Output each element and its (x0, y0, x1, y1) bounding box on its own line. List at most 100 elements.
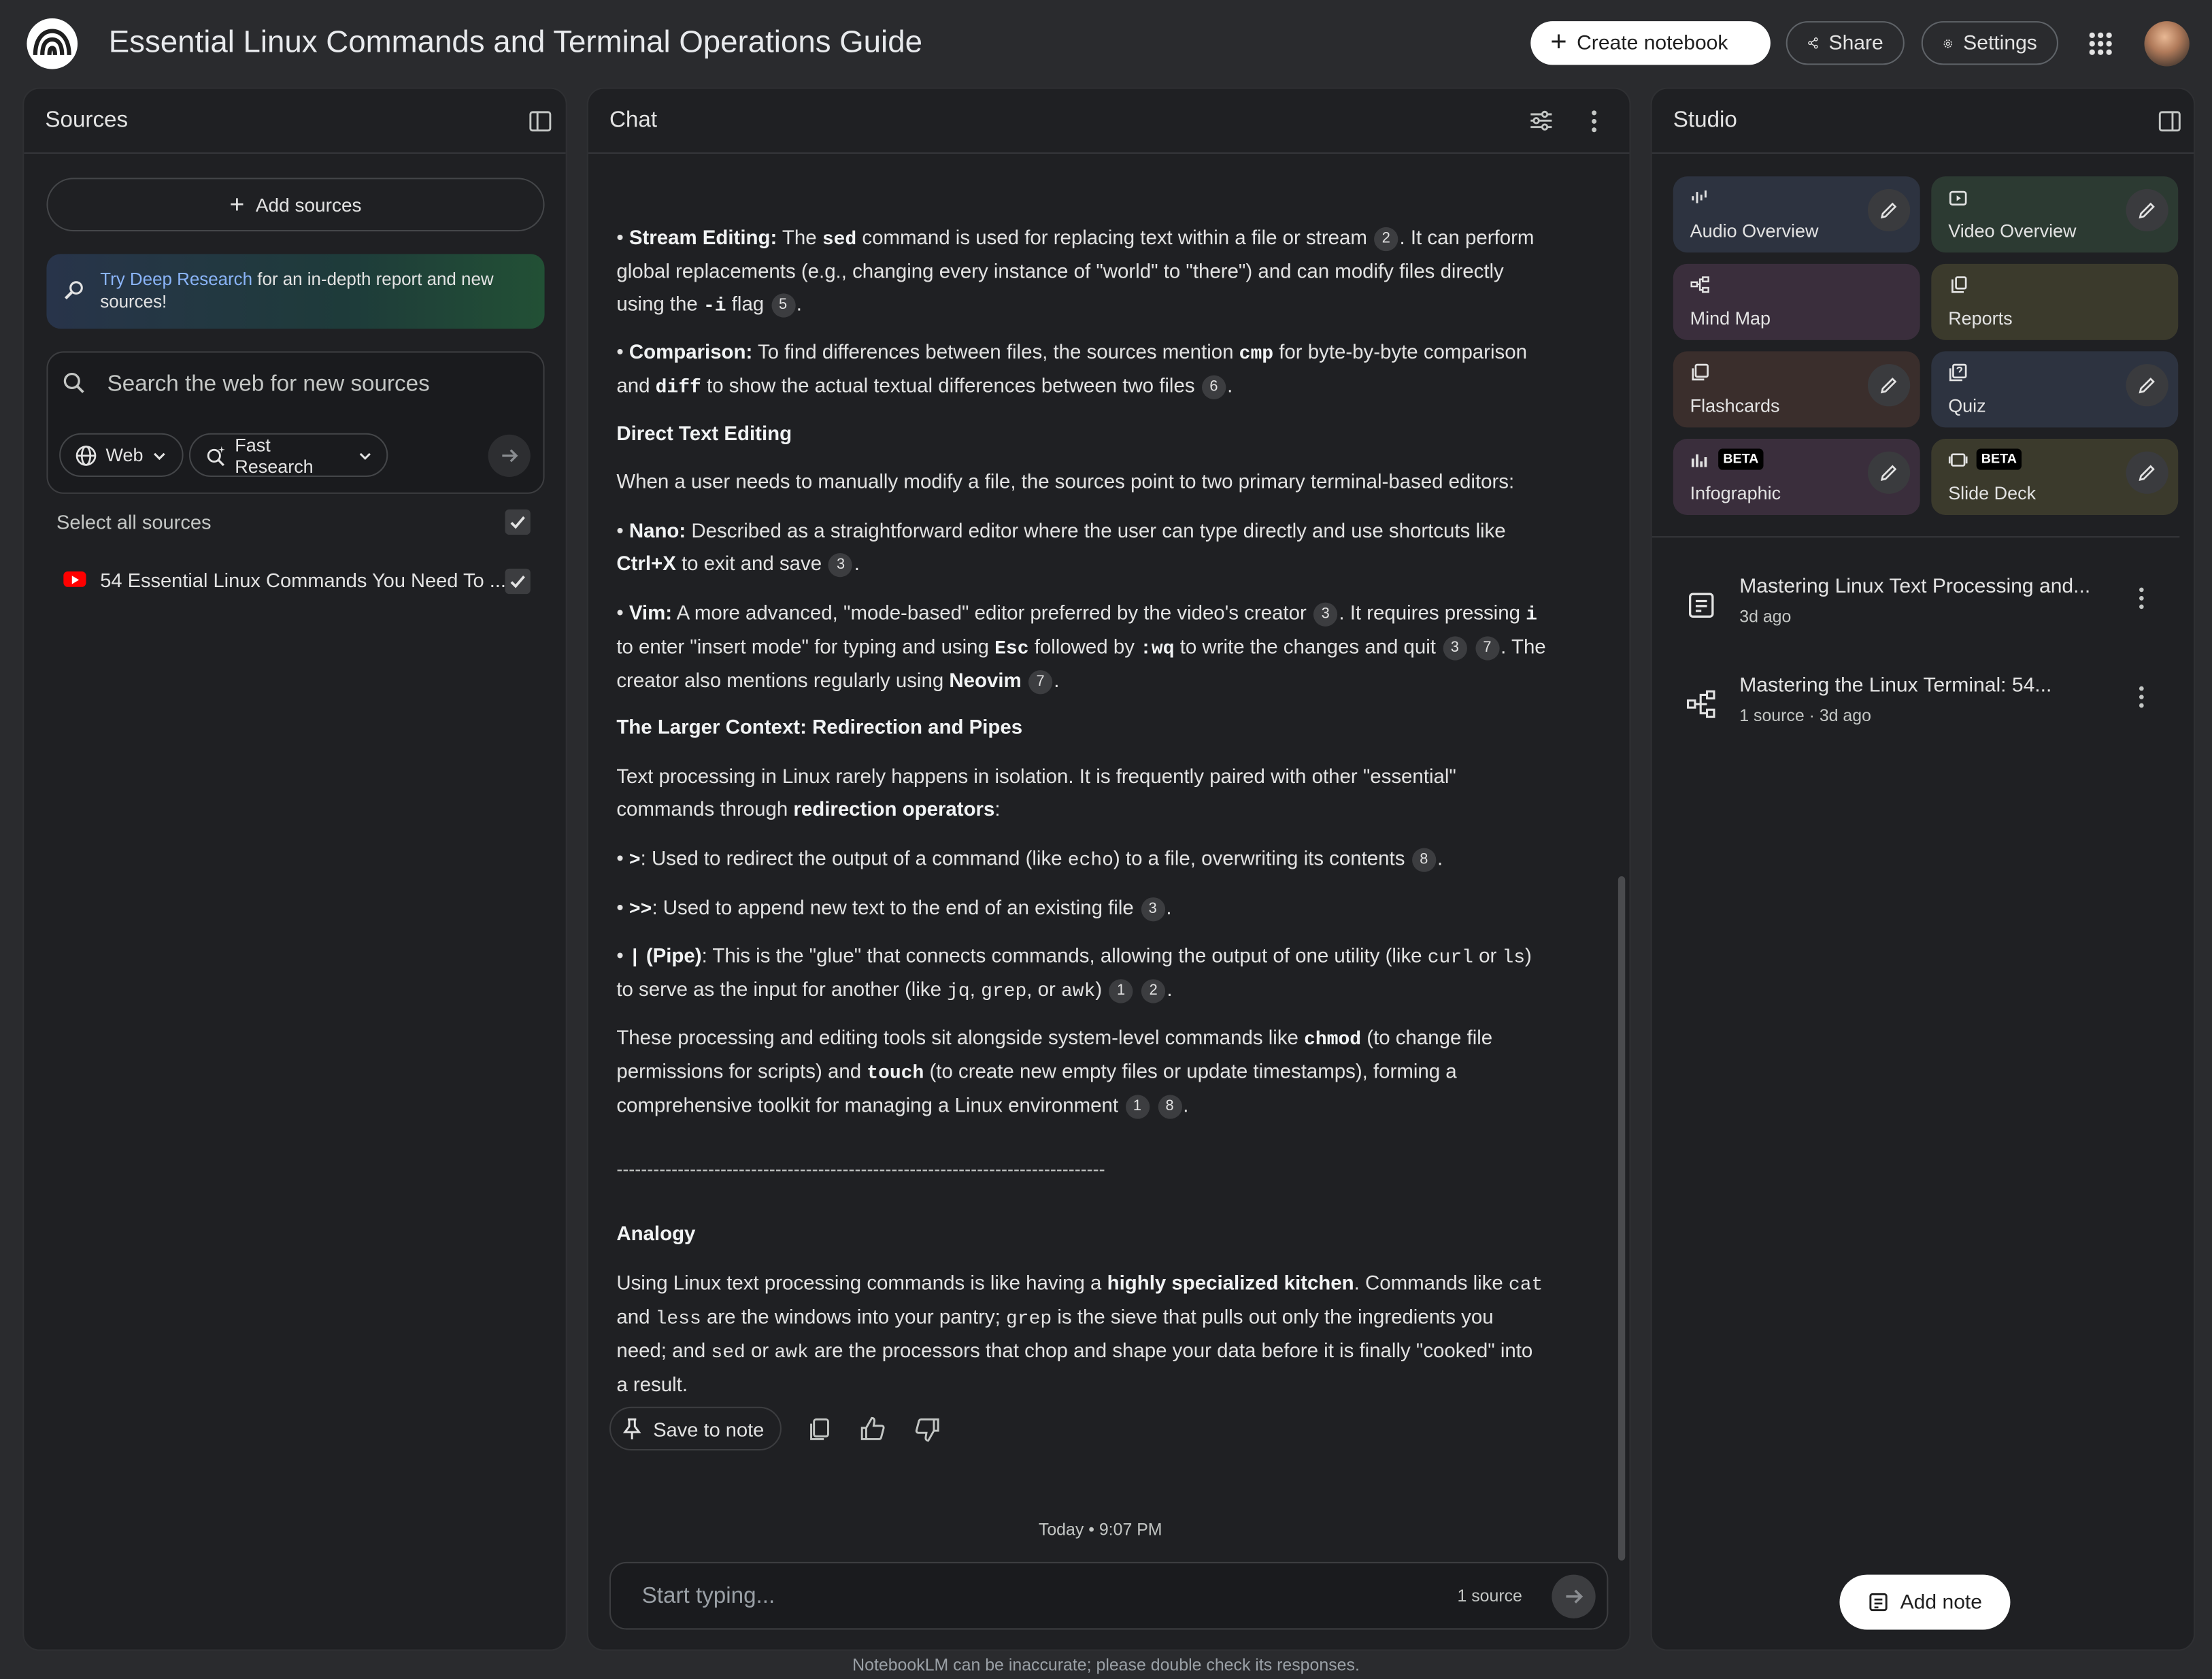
notebook-title[interactable]: Essential Linux Commands and Terminal Op… (109, 24, 922, 61)
youtube-icon (63, 571, 86, 587)
studio-tile-flashcards[interactable]: Flashcards (1673, 351, 1920, 428)
fast-research-label: Fast Research (235, 433, 314, 476)
web-chip-label: Web (105, 444, 144, 466)
citation-badge[interactable]: 3 (1443, 636, 1467, 661)
research-mode-dropdown[interactable]: Fast Research (188, 433, 388, 478)
beta-badge: BETA (1718, 448, 1764, 470)
add-note-button[interactable]: Add note (1839, 1574, 2011, 1630)
studio-tile-reports[interactable]: Reports (1931, 263, 2179, 340)
send-button[interactable] (1552, 1574, 1596, 1618)
chat-response: • Stream Editing: The sed command is use… (616, 154, 1547, 1565)
deep-research-banner[interactable]: Try Deep Research for an in-depth report… (46, 254, 545, 329)
edit-button[interactable] (2126, 364, 2168, 407)
note-item[interactable]: Mastering the Linux Terminal: 54... 1 so… (1680, 674, 2174, 739)
slide-deck-icon (1948, 453, 1968, 467)
studio-tile-infographic[interactable]: BETA Infographic (1673, 439, 1920, 516)
select-all-checkbox[interactable] (505, 509, 531, 535)
pencil-icon (1880, 377, 1897, 394)
edit-button[interactable] (1867, 451, 1911, 494)
studio-tile-audio-overview[interactable]: Audio Overview (1673, 176, 1920, 253)
select-all-label: Select all sources (56, 510, 212, 533)
response-paragraph: • >: Used to redirect the output of a co… (616, 848, 1443, 872)
edit-button[interactable] (2126, 188, 2168, 232)
studio-tile-slide-deck[interactable]: BETA Slide Deck (1931, 439, 2179, 516)
citation-badge[interactable]: 3 (1141, 897, 1165, 922)
citation-badge[interactable]: 6 (1201, 375, 1226, 399)
collapse-panel-icon[interactable] (529, 110, 552, 133)
section-heading: The Larger Context: Redirection and Pipe… (616, 716, 1023, 739)
plus-icon: + (229, 190, 245, 219)
divider (1652, 536, 2180, 538)
citation-badge[interactable]: 3 (828, 553, 853, 578)
share-button[interactable]: Share (1786, 21, 1905, 65)
edit-button[interactable] (1867, 188, 1911, 232)
collapse-panel-icon[interactable] (2158, 110, 2181, 133)
citation-badge[interactable]: 3 (1313, 602, 1338, 627)
note-icon (1688, 593, 1714, 618)
citation-badge[interactable]: 8 (1411, 848, 1436, 872)
add-sources-label: Add sources (255, 194, 362, 216)
studio-tile-video-overview[interactable]: Video Overview (1931, 176, 2179, 253)
citation-badge[interactable]: 1 (1125, 1095, 1150, 1119)
response-paragraph: • Vim: A more advanced, "mode-based" edi… (616, 598, 1547, 698)
notebooklm-logo-icon[interactable] (27, 18, 78, 69)
reports-icon (1951, 276, 1967, 293)
chat-header: Chat (588, 89, 1630, 154)
chat-title: Chat (609, 108, 658, 133)
chat-input[interactable] (641, 1581, 1347, 1613)
arrow-right-icon (1566, 1589, 1583, 1603)
sources-panel: Sources + Add sources Try Deep Research … (22, 87, 567, 1651)
more-vert-icon[interactable] (2137, 683, 2145, 711)
deep-research-link[interactable]: Try Deep Research (100, 269, 252, 289)
studio-tile-mind-map[interactable]: Mind Map (1673, 263, 1920, 340)
tile-label: Reports (1948, 307, 2013, 329)
more-vert-icon[interactable] (1588, 109, 1600, 134)
add-sources-button[interactable]: + Add sources (46, 178, 545, 232)
citation-badge[interactable]: 5 (771, 293, 795, 318)
avatar[interactable] (2144, 21, 2190, 67)
studio-panel: Studio Audio Overview Video Overview Min… (1650, 87, 2196, 1651)
source-item[interactable]: 54 Essential Linux Commands You Need To … (58, 566, 537, 600)
settings-label: Settings (1963, 31, 2037, 54)
more-vert-icon[interactable] (2137, 584, 2145, 612)
tune-icon[interactable] (1529, 109, 1553, 133)
chat-panel: Chat • Stream Editing: The sed command i… (586, 87, 1631, 1651)
response-paragraph: These processing and editing tools sit a… (616, 1023, 1547, 1123)
apps-grid-icon[interactable] (2088, 31, 2113, 56)
gear-icon (1943, 39, 1952, 48)
citation-badge[interactable]: 2 (1374, 227, 1398, 252)
settings-button[interactable]: Settings (1921, 21, 2058, 65)
message-timestamp: Today • 9:07 PM (1038, 1519, 1162, 1540)
studio-tile-quiz[interactable]: Quiz (1931, 351, 2179, 428)
citation-badge[interactable]: 8 (1157, 1095, 1182, 1119)
search-sparkle-icon (207, 445, 225, 466)
response-paragraph: • Nano: Described as a straightforward e… (616, 516, 1547, 581)
tile-label: Video Overview (1948, 220, 2077, 242)
source-count: 1 source (1457, 1586, 1522, 1606)
copy-icon[interactable] (805, 1415, 833, 1443)
add-note-label: Add note (1900, 1591, 1983, 1614)
tile-label: Mind Map (1690, 307, 1771, 329)
create-notebook-button[interactable]: + Create notebook (1530, 21, 1771, 65)
save-to-note-label: Save to note (653, 1417, 765, 1440)
citation-badge[interactable]: 7 (1475, 636, 1500, 661)
note-item[interactable]: Mastering Linux Text Processing and... 3… (1680, 576, 2174, 640)
edit-button[interactable] (2126, 451, 2168, 494)
thumbs-up-icon[interactable] (859, 1415, 887, 1443)
response-paragraph: When a user needs to manually modify a f… (616, 471, 1515, 494)
source-checkbox[interactable] (505, 568, 531, 595)
chat-scrollbar[interactable] (1618, 876, 1626, 1561)
response-paragraph: • | (Pipe): This is the "glue" that conn… (616, 945, 1532, 1003)
citation-badge[interactable]: 1 (1109, 979, 1133, 1003)
pencil-icon (2139, 377, 2155, 394)
search-input[interactable] (107, 369, 517, 401)
disclaimer-footer: NotebookLM can be inaccurate; please dou… (852, 1655, 1360, 1675)
chevron-down-icon (360, 452, 371, 460)
thumbs-down-icon[interactable] (913, 1415, 941, 1443)
web-source-dropdown[interactable]: Web (59, 433, 184, 478)
edit-button[interactable] (1867, 364, 1911, 407)
save-to-note-button[interactable]: Save to note (609, 1406, 782, 1451)
citation-badge[interactable]: 7 (1028, 670, 1053, 695)
search-submit-button[interactable] (488, 434, 531, 478)
citation-badge[interactable]: 2 (1141, 979, 1166, 1003)
